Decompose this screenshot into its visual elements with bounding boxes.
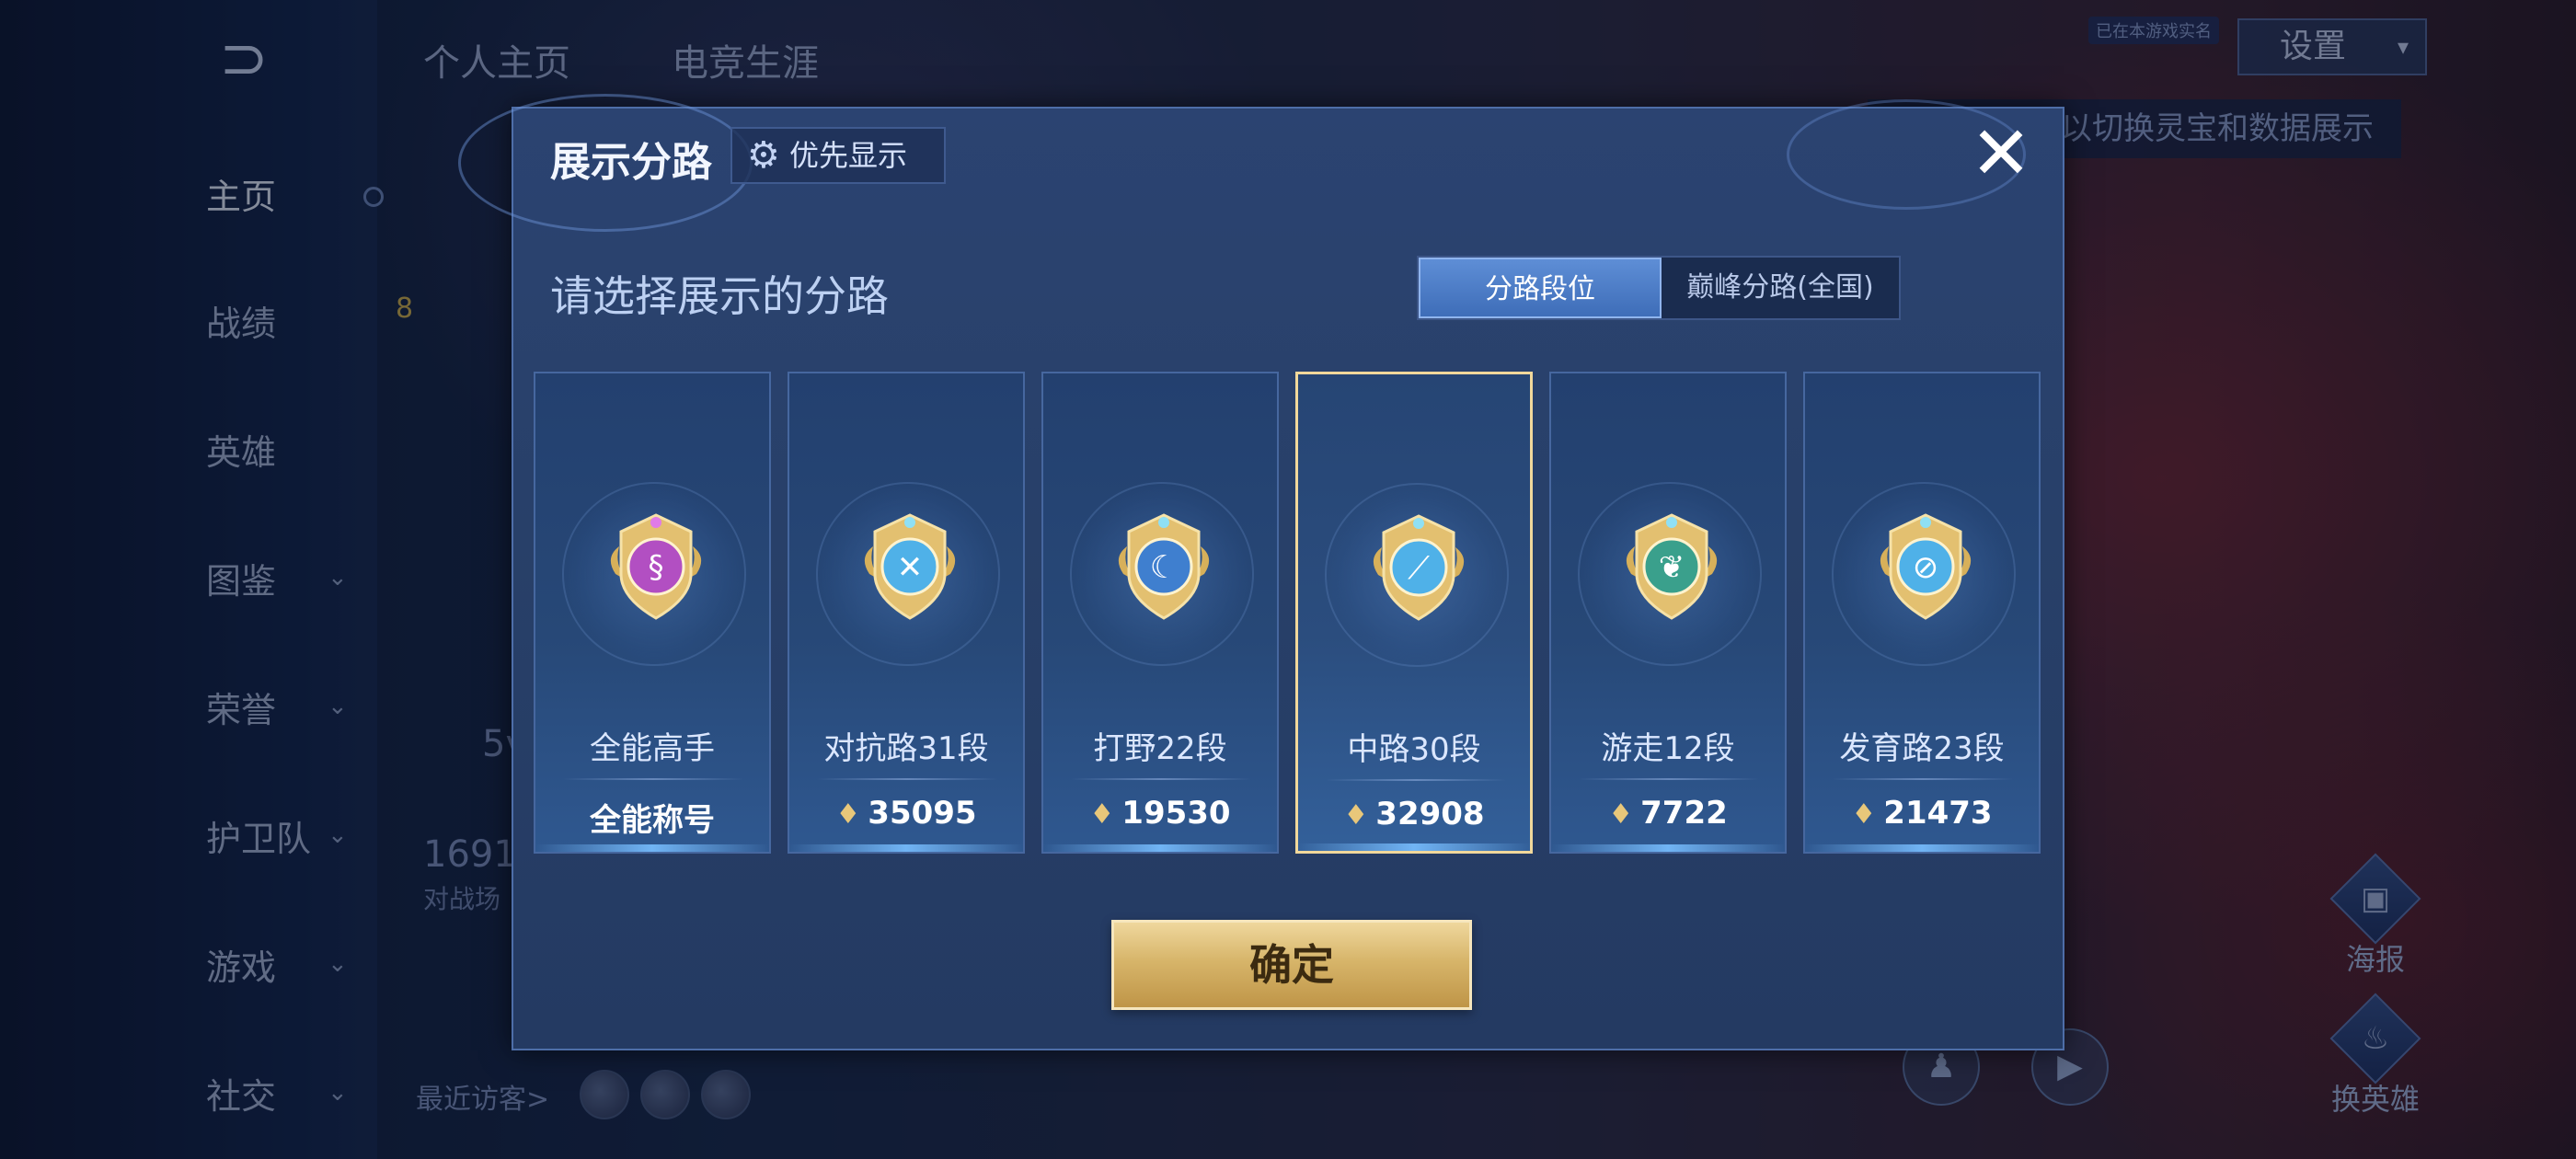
lane-card[interactable]: § 全能高手全能称号 (534, 372, 771, 854)
close-icon[interactable]: ✕ (1967, 117, 2035, 190)
card-glow (1805, 844, 2039, 852)
divider (563, 778, 743, 780)
display-mode-toggle: 分路段位 巅峰分路(全国) (1417, 256, 1901, 320)
lane-score: ♦ 7722 (1551, 795, 1785, 832)
tab-lane-rank[interactable]: 分路段位 (1419, 258, 1662, 318)
points-icon: ♦ (835, 798, 861, 831)
medal-halo: ❦ (1578, 482, 1762, 666)
target-icon: ⊘ (1880, 513, 1972, 620)
lane-score-value: 32908 (1375, 796, 1485, 832)
svg-text:§: § (649, 549, 664, 586)
card-glow (1298, 843, 1530, 851)
lane-rank-label: 打野22段 (1093, 730, 1227, 767)
divider (817, 778, 997, 780)
wand-icon: ⟋ (1373, 514, 1465, 621)
lane-rank-label: 全能高手 (590, 730, 715, 767)
lane-score: 全能称号 (535, 795, 769, 840)
medal-halo: ⊘ (1832, 482, 2016, 666)
lane-rank-label: 对抗路31段 (823, 730, 989, 767)
points-icon: ♦ (1851, 798, 1877, 831)
lane-score-value: 21473 (1883, 795, 1993, 832)
dragon-icon: ☾ (1118, 513, 1210, 620)
lane-score: ♦ 19530 (1043, 795, 1277, 832)
lane-rank-label: 游走12段 (1601, 730, 1735, 767)
lane-card[interactable]: ✕ 对抗路31段 ♦ 35095 (788, 372, 1025, 854)
lane-card[interactable]: ❦ 游走12段 ♦ 7722 (1549, 372, 1787, 854)
divider (1326, 779, 1506, 781)
lane-rank-label: 发育路23段 (1839, 730, 2005, 767)
svg-text:☾: ☾ (1150, 549, 1178, 586)
lane-score-value: 19530 (1121, 795, 1231, 832)
lane-score: ♦ 35095 (789, 795, 1023, 832)
card-glow (789, 844, 1023, 852)
lane-card[interactable]: ⊘ 发育路23段 ♦ 21473 (1803, 372, 2041, 854)
svg-text:✕: ✕ (897, 549, 924, 586)
lane-rank-label: 中路30段 (1347, 731, 1481, 768)
lane-card[interactable]: ⟋ 中路30段 ♦ 32908 (1295, 372, 1533, 854)
points-icon: ♦ (1343, 799, 1369, 832)
medal-halo: § (562, 482, 746, 666)
card-glow (535, 844, 769, 852)
wings-icon: ❦ (1626, 513, 1718, 620)
divider (1833, 778, 2013, 780)
medal-halo: ✕ (816, 482, 1000, 666)
lane-score-value: 35095 (868, 795, 977, 832)
divider (1579, 778, 1759, 780)
lane-score: ♦ 21473 (1805, 795, 2039, 832)
lane-score-value: 全能称号 (590, 802, 715, 839)
dialog-subtitle: 请选择展示的分路 (550, 271, 889, 321)
swirl-emblem-icon: § (610, 513, 702, 620)
crossed-swords-icon: ✕ (864, 513, 956, 620)
confirm-button[interactable]: 确定 (1111, 920, 1472, 1010)
svg-text:⟋: ⟋ (1408, 550, 1430, 587)
lane-card[interactable]: ☾ 打野22段 ♦ 19530 (1041, 372, 1279, 854)
priority-display-label: 优先显示 (789, 138, 908, 173)
dialog-title: 展示分路 (550, 139, 712, 186)
lane-display-dialog: 展示分路 ⚙ 优先显示 ✕ 请选择展示的分路 分路段位 巅峰分路(全国) § 全能… (458, 94, 2064, 1050)
gear-icon: ⚙ (747, 134, 780, 177)
lane-card-list: § 全能高手 全能称号 ✕ 对抗路31段 ♦ 35095 ☾ 打野22段 ♦ 19530 ⟋ 中路30段… (534, 372, 2052, 868)
divider (1071, 778, 1251, 780)
tab-peak-lane[interactable]: 巅峰分路(全国) (1662, 258, 1899, 318)
points-icon: ♦ (1608, 798, 1634, 831)
lane-score: ♦ 32908 (1298, 796, 1530, 832)
medal-halo: ⟋ (1325, 483, 1509, 667)
lane-score-value: 7722 (1640, 795, 1728, 832)
medal-halo: ☾ (1070, 482, 1254, 666)
points-icon: ♦ (1089, 798, 1115, 831)
svg-text:⊘: ⊘ (1913, 549, 1939, 586)
card-glow (1551, 844, 1785, 852)
card-glow (1043, 844, 1277, 852)
priority-display-button[interactable]: ⚙ 优先显示 (730, 127, 946, 184)
svg-text:❦: ❦ (1659, 549, 1685, 586)
